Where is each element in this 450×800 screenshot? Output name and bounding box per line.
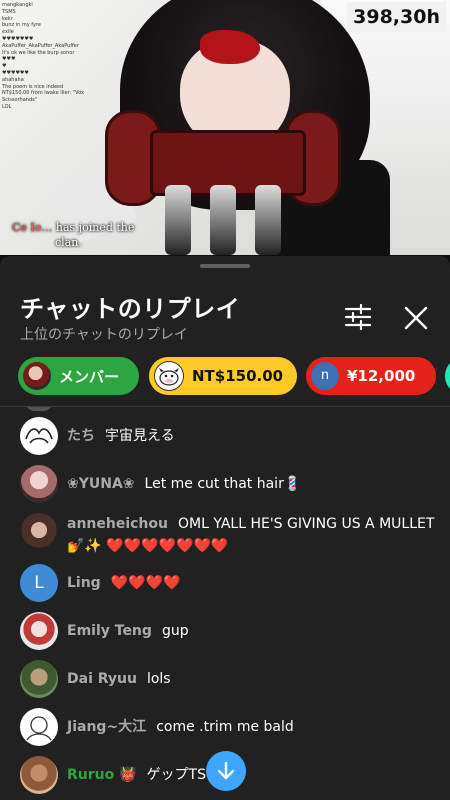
stream-chat-overlay: mangkangki TSMS kekr bunz in my fyre exile ♥♥…: [2, 2, 112, 111]
message-text: gup: [161, 623, 189, 639]
message-text: come .trim me bald: [156, 719, 294, 735]
message-text: 宇宙見える: [105, 428, 175, 444]
overlay-chat-line: ♥♥♥♥♥♥: [2, 69, 29, 76]
chip-superchat-nt[interactable]: NT$150.00: [149, 357, 297, 395]
chip-avatar-letter: n: [311, 362, 339, 390]
overlay-chat-line: mangkangki: [2, 2, 33, 8]
overlay-chat-line: TSMS: [2, 8, 16, 15]
chip-label: メンバー: [59, 367, 120, 386]
panel-title: チャットのリプレイ: [20, 295, 241, 323]
avatar: L: [20, 564, 58, 602]
message-author[interactable]: ❀YUNA❀: [67, 476, 135, 492]
viewer-counter: 398,30h: [347, 2, 446, 32]
microphone: [255, 185, 281, 255]
message-text: ❤️❤️❤️❤️: [110, 575, 181, 591]
overlay-chat-line: bunz in my fyre: [2, 22, 41, 29]
avatar: [20, 465, 58, 503]
member-avatar-icon: [23, 362, 51, 390]
microphone: [210, 185, 236, 255]
overlay-chat-line: ♥: [2, 63, 7, 70]
sliders-icon: [344, 303, 372, 331]
chat-message-list[interactable]: たち 宇宙見える ❀YUNA❀ Let me cut that hair💈 anne…: [0, 407, 450, 800]
message-author[interactable]: Emily Teng: [67, 623, 152, 639]
message-author[interactable]: たち: [67, 428, 95, 444]
message-author[interactable]: Jiang~大江: [67, 719, 146, 735]
join-notification-line-2: clan.: [55, 236, 82, 249]
overlay-chat-line: kekr: [2, 15, 13, 22]
message-text: lols: [146, 671, 171, 687]
chip-members[interactable]: メンバー: [18, 357, 139, 395]
overlay-chat-line: ♥♥♥: [2, 56, 16, 63]
overlay-chat-line: AkaPuffer_AkaPuffer_AkaPuffer: [2, 42, 79, 49]
chip-label: ¥12,000: [347, 367, 416, 385]
arrow-down-icon: [217, 761, 235, 780]
message-author[interactable]: Ruruo 👹: [67, 767, 137, 783]
filter-button[interactable]: [340, 301, 376, 333]
join-notification: Ce Io… has joined the: [12, 221, 134, 234]
chip-bar: メンバー NT$150.00 n ¥12,000: [18, 357, 450, 397]
cow-avatar-icon: [154, 361, 184, 391]
avatar-hair-highlight: [200, 30, 260, 64]
scroll-to-bottom-button[interactable]: [206, 751, 246, 791]
avatar: [20, 513, 58, 551]
chip-label: NT$150.00: [192, 367, 284, 385]
avatar: [20, 612, 58, 650]
chip-superchat-green[interactable]: [445, 357, 450, 395]
avatar: [20, 708, 58, 746]
avatar: [20, 660, 58, 698]
message-text: Let me cut that hair💈: [144, 476, 302, 492]
message-author[interactable]: anneheichou: [67, 516, 168, 532]
chat-replay-panel: チャットのリプレイ 上位のチャットのリプレイ メンバー NT$150.00 n …: [0, 256, 450, 800]
avatar: [20, 756, 58, 794]
message-author[interactable]: Ling: [67, 575, 101, 591]
join-text: has joined the: [55, 221, 135, 234]
close-icon: [404, 306, 428, 330]
overlay-chat-line: exile: [2, 29, 14, 36]
close-button[interactable]: [398, 300, 434, 336]
overlay-chat-line: NT$150.00 from Iwake Iller: "Vox: [2, 90, 85, 97]
panel-subtitle[interactable]: 上位のチャットのリプレイ: [20, 324, 188, 344]
drag-handle[interactable]: [200, 264, 250, 268]
overlay-chat-line: ♥♥♥♥♥♥♥: [2, 35, 34, 42]
overlay-chat-line: ahahaha: [2, 76, 24, 83]
overlay-chat-line: The poem is nice indeed: [2, 83, 64, 90]
avatar: [25, 407, 53, 411]
message-author[interactable]: Dai Ryuu: [67, 671, 137, 687]
avatar: [20, 417, 58, 455]
message-text: ゲップTS: [146, 767, 206, 783]
video-player[interactable]: mangkangki TSMS kekr bunz in my fyre exile ♥♥…: [0, 0, 450, 255]
microphone: [165, 185, 191, 255]
join-name: Ce Io…: [12, 221, 53, 234]
chip-superchat-yen[interactable]: n ¥12,000: [306, 357, 436, 395]
overlay-chat-line: LOL: [2, 103, 12, 110]
overlay-chat-line: It's ok we like the burp sonor: [2, 49, 75, 56]
overlay-chat-line: Scissorhands": [2, 97, 38, 104]
